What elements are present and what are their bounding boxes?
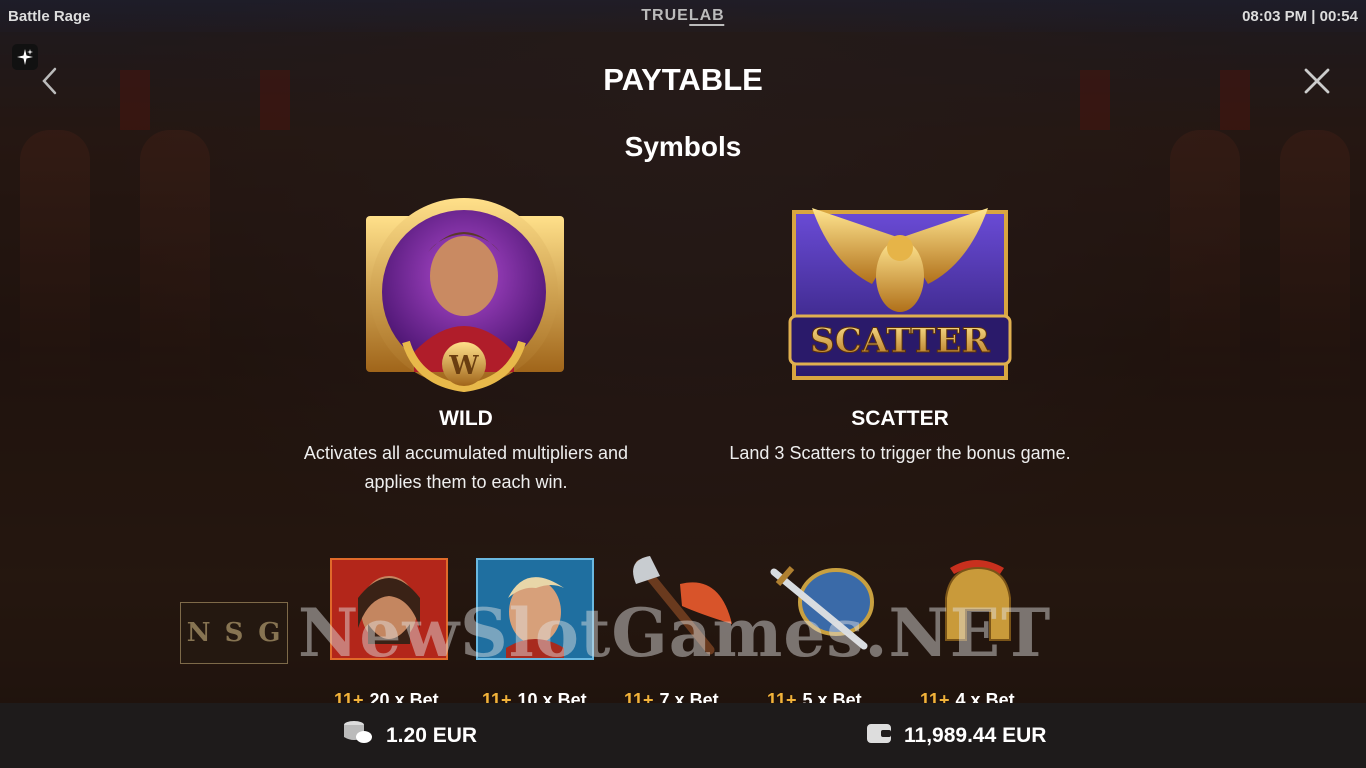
page-title: PAYTABLE — [603, 62, 763, 97]
pay-label-sword-shield: 11+ 5 x Bet — [767, 690, 862, 704]
bet-display[interactable]: 1.20 EUR — [342, 703, 477, 768]
truelab-logo: TRUELAB — [641, 7, 725, 26]
wild-description-line1: Activates all accumulated multipliers an… — [303, 443, 629, 463]
scatter-badge: SCATTER — [810, 321, 990, 361]
scatter-name: SCATTER — [851, 407, 949, 430]
balance-display: 11,989.44 EUR — [866, 703, 1046, 768]
pay-label-bearded-gladiator: 11+ 20 x Bet — [334, 690, 439, 704]
watermark-logo: NSG — [180, 602, 288, 664]
wild-badge: W — [448, 351, 479, 381]
wild-description-line2: applies them to each win. — [364, 472, 568, 492]
watermark: NSG NewSlotGames.NET — [180, 594, 1051, 672]
wallet-icon — [866, 721, 892, 750]
pay-label-spartan-helmet: 11+ 4 x Bet — [920, 690, 1015, 704]
scatter-description: Land 3 Scatters to trigger the bonus gam… — [729, 443, 1071, 463]
bet-amount: 1.20 EUR — [386, 723, 478, 747]
section-title: Symbols — [624, 131, 742, 162]
watermark-text: NewSlotGames.NET — [298, 594, 1052, 672]
pay-label-blond-gladiator: 11+ 10 x Bet — [482, 690, 587, 704]
pay-label-battle-axe: 11+ 7 x Bet — [624, 690, 719, 704]
wild-gladiator-emperor-icon: W — [358, 192, 574, 393]
wild-name: WILD — [439, 407, 493, 430]
wild-symbol-card: WILD Activates all accumulated multiplie… — [266, 407, 666, 497]
scatter-symbol-card: SCATTER Land 3 Scatters to trigger the b… — [700, 407, 1100, 468]
top-bar: Battle Rage TRUELAB 08:03 PM | 00:54 — [0, 0, 1366, 32]
coin-stack-icon — [342, 719, 374, 752]
scatter-golden-eagle-icon: SCATTER — [772, 204, 1028, 382]
bottom-bar: 1.20 EUR 11,989.44 EUR — [0, 703, 1366, 768]
game-title: Battle Rage — [8, 7, 91, 25]
balance-amount: 11,989.44 EUR — [904, 723, 1047, 747]
clock: 08:03 PM | 00:54 — [1242, 7, 1358, 25]
